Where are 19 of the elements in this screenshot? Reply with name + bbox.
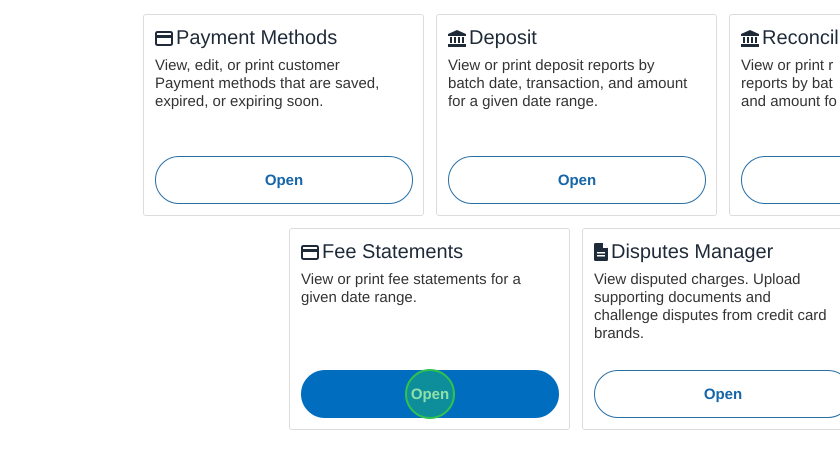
credit-card-icon	[301, 244, 319, 260]
card-title: Payment Methods	[176, 26, 338, 51]
open-button[interactable]: Open	[594, 370, 840, 418]
document-icon	[594, 243, 608, 261]
card-title: Fee Statements	[322, 240, 464, 265]
open-button[interactable]: Open	[448, 156, 706, 204]
card-description: View, edit, or print customer Payment methods that are saved, expired, or expiring soon.	[155, 57, 380, 111]
card-description: View or print deposit reports by batch date, transaction, and amount for a given date range.	[448, 57, 688, 111]
credit-card-icon	[155, 30, 173, 46]
card-title: Reconcil	[762, 26, 839, 51]
open-button[interactable]: Open	[155, 156, 413, 204]
bank-icon	[741, 30, 759, 46]
bank-icon	[448, 30, 466, 46]
card-title: Disputes Manager	[611, 240, 774, 265]
card-description: View or print r reports by bat and amount fo	[741, 57, 838, 111]
card-description: View or print fee statements for a given date range.	[301, 271, 522, 307]
card-description: View disputed charges. Upload supporting documents and challenge disputes from credit card brands.	[594, 271, 828, 343]
click-indicator	[405, 369, 455, 419]
card-title: Deposit	[469, 26, 537, 51]
